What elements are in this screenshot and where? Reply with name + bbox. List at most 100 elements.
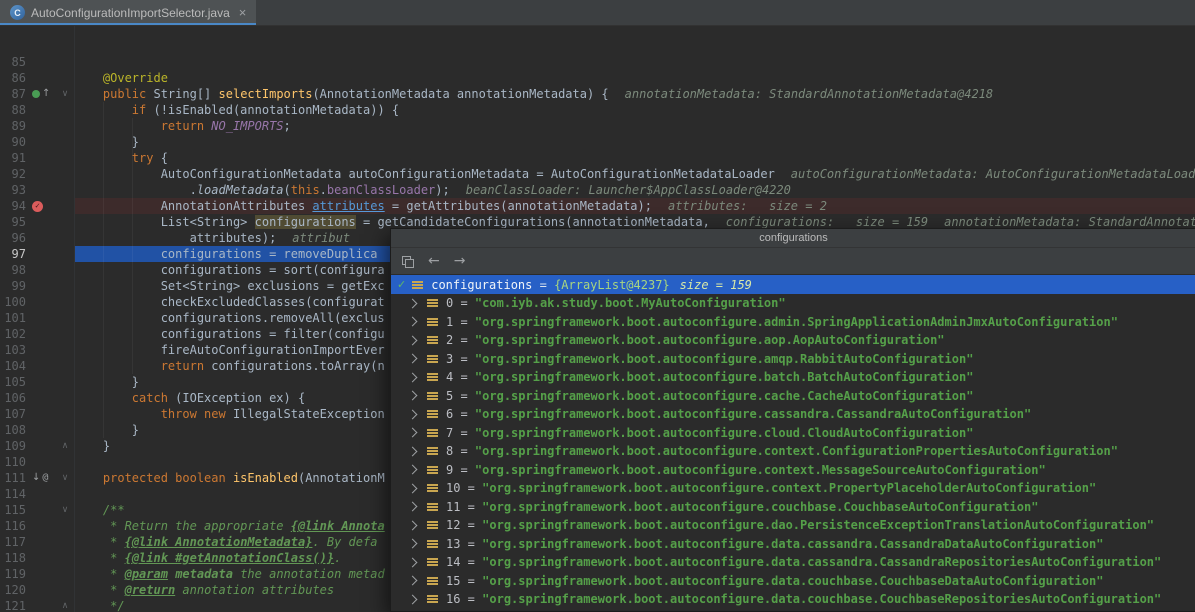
line-number[interactable]: 117 xyxy=(0,534,26,550)
gutter-icon-area[interactable] xyxy=(26,102,56,118)
fold-marker-icon[interactable] xyxy=(56,358,74,374)
gutter-icon-area[interactable] xyxy=(26,502,56,518)
gutter-icon-area[interactable] xyxy=(26,406,56,422)
array-element-row[interactable]: 3 = "org.springframework.boot.autoconfig… xyxy=(391,350,1195,369)
line-number[interactable]: 108 xyxy=(0,422,26,438)
fold-marker-icon[interactable] xyxy=(56,486,74,502)
array-element-row[interactable]: 17 = "org.springframework.boot.autoconfi… xyxy=(391,609,1195,612)
code-line[interactable]: 94✓ AnnotationAttributes attributes = ge… xyxy=(0,198,1195,214)
gutter-icon-area[interactable] xyxy=(26,230,56,246)
gutter-icon-area[interactable] xyxy=(26,214,56,230)
array-element-row[interactable]: 2 = "org.springframework.boot.autoconfig… xyxy=(391,331,1195,350)
code-text[interactable]: @Override xyxy=(74,70,1195,86)
fold-marker-icon[interactable] xyxy=(56,566,74,582)
array-element-row[interactable]: 6 = "org.springframework.boot.autoconfig… xyxy=(391,405,1195,424)
gutter-icon-area[interactable] xyxy=(26,598,56,612)
gutter-icon-area[interactable] xyxy=(26,518,56,534)
array-element-row[interactable]: 0 = "com.iyb.ak.study.boot.MyAutoConfigu… xyxy=(391,294,1195,313)
array-element-row[interactable]: 13 = "org.springframework.boot.autoconfi… xyxy=(391,535,1195,554)
chevron-right-icon[interactable] xyxy=(408,520,418,530)
override-up-arrow-icon[interactable]: ↑ xyxy=(42,86,50,102)
fold-marker-icon[interactable] xyxy=(56,294,74,310)
gutter-icon-area[interactable] xyxy=(26,118,56,134)
gutter-icon-area[interactable] xyxy=(26,374,56,390)
code-line[interactable]: 89 return NO_IMPORTS; xyxy=(0,118,1195,134)
fold-marker-icon[interactable]: ∧ xyxy=(56,438,74,454)
chevron-right-icon[interactable] xyxy=(408,539,418,549)
line-number[interactable]: 109 xyxy=(0,438,26,454)
line-number[interactable]: 86 xyxy=(0,70,26,86)
array-element-row[interactable]: 1 = "org.springframework.boot.autoconfig… xyxy=(391,313,1195,332)
chevron-right-icon[interactable] xyxy=(408,298,418,308)
fold-marker-icon[interactable] xyxy=(56,198,74,214)
chevron-right-icon[interactable] xyxy=(408,557,418,567)
fold-marker-icon[interactable] xyxy=(56,550,74,566)
line-number[interactable]: 106 xyxy=(0,390,26,406)
chevron-right-icon[interactable] xyxy=(408,465,418,475)
line-number[interactable]: 91 xyxy=(0,150,26,166)
chevron-right-icon[interactable] xyxy=(408,576,418,586)
chevron-right-icon[interactable] xyxy=(408,483,418,493)
line-number[interactable]: 92 xyxy=(0,166,26,182)
line-number[interactable]: 101 xyxy=(0,310,26,326)
line-number[interactable]: 119 xyxy=(0,566,26,582)
gutter-icon-area[interactable] xyxy=(26,486,56,502)
fold-marker-icon[interactable] xyxy=(56,390,74,406)
gutter-icon-area[interactable] xyxy=(26,182,56,198)
code-text[interactable]: if (!isEnabled(annotationMetadata)) { xyxy=(74,102,1195,118)
code-line[interactable]: 91 try { xyxy=(0,150,1195,166)
line-number[interactable]: 107 xyxy=(0,406,26,422)
line-number[interactable]: 90 xyxy=(0,134,26,150)
line-number[interactable]: 88 xyxy=(0,102,26,118)
line-number[interactable]: 95 xyxy=(0,214,26,230)
forward-arrow-icon[interactable]: → xyxy=(454,253,466,269)
fold-marker-icon[interactable] xyxy=(56,454,74,470)
gutter-icon-area[interactable] xyxy=(26,310,56,326)
code-line[interactable]: 86 @Override xyxy=(0,70,1195,86)
fold-marker-icon[interactable] xyxy=(56,422,74,438)
line-number[interactable]: 104 xyxy=(0,358,26,374)
chevron-right-icon[interactable] xyxy=(408,428,418,438)
chevron-right-icon[interactable] xyxy=(408,391,418,401)
code-line[interactable]: 87↑∨ public String[] selectImports(Annot… xyxy=(0,86,1195,102)
chevron-right-icon[interactable] xyxy=(408,446,418,456)
array-element-row[interactable]: 15 = "org.springframework.boot.autoconfi… xyxy=(391,572,1195,591)
gutter-icon-area[interactable] xyxy=(26,550,56,566)
chevron-right-icon[interactable] xyxy=(408,354,418,364)
array-element-row[interactable]: 9 = "org.springframework.boot.autoconfig… xyxy=(391,461,1195,480)
array-element-row[interactable]: 16 = "org.springframework.boot.autoconfi… xyxy=(391,590,1195,609)
code-line[interactable]: 85 xyxy=(0,54,1195,70)
array-element-row[interactable]: 10 = "org.springframework.boot.autoconfi… xyxy=(391,479,1195,498)
line-number[interactable]: 105 xyxy=(0,374,26,390)
gutter-icon-area[interactable] xyxy=(26,294,56,310)
gutter-icon-area[interactable] xyxy=(26,534,56,550)
code-text[interactable]: AutoConfigurationMetadata autoConfigurat… xyxy=(74,166,1195,182)
line-number[interactable]: 98 xyxy=(0,262,26,278)
fold-marker-icon[interactable] xyxy=(56,310,74,326)
chevron-right-icon[interactable] xyxy=(408,502,418,512)
popup-title[interactable]: configurations xyxy=(391,229,1195,248)
code-text[interactable]: try { xyxy=(74,150,1195,166)
array-element-row[interactable]: 7 = "org.springframework.boot.autoconfig… xyxy=(391,424,1195,443)
fold-marker-icon[interactable] xyxy=(56,166,74,182)
fold-marker-icon[interactable]: ∨ xyxy=(56,502,74,518)
chevron-right-icon[interactable] xyxy=(408,335,418,345)
gutter-icon-area[interactable]: ↓@ xyxy=(26,470,56,486)
line-number[interactable]: 120 xyxy=(0,582,26,598)
line-number[interactable]: 102 xyxy=(0,326,26,342)
code-text[interactable]: public String[] selectImports(Annotation… xyxy=(74,86,1195,102)
chevron-right-icon[interactable] xyxy=(408,372,418,382)
line-number[interactable]: 89 xyxy=(0,118,26,134)
line-number[interactable]: 115 xyxy=(0,502,26,518)
gutter-icon-area[interactable] xyxy=(26,438,56,454)
fold-marker-icon[interactable] xyxy=(56,278,74,294)
fold-marker-icon[interactable] xyxy=(56,534,74,550)
array-element-row[interactable]: 8 = "org.springframework.boot.autoconfig… xyxy=(391,442,1195,461)
gutter-icon-area[interactable] xyxy=(26,262,56,278)
fold-marker-icon[interactable] xyxy=(56,326,74,342)
fold-marker-icon[interactable] xyxy=(56,374,74,390)
copy-icon[interactable] xyxy=(401,255,414,268)
tab-autoconfigurationimportselector[interactable]: C AutoConfigurationImportSelector.java × xyxy=(0,0,256,25)
code-line[interactable]: 93 .loadMetadata(this.beanClassLoader);b… xyxy=(0,182,1195,198)
gutter-icon-area[interactable] xyxy=(26,246,56,262)
